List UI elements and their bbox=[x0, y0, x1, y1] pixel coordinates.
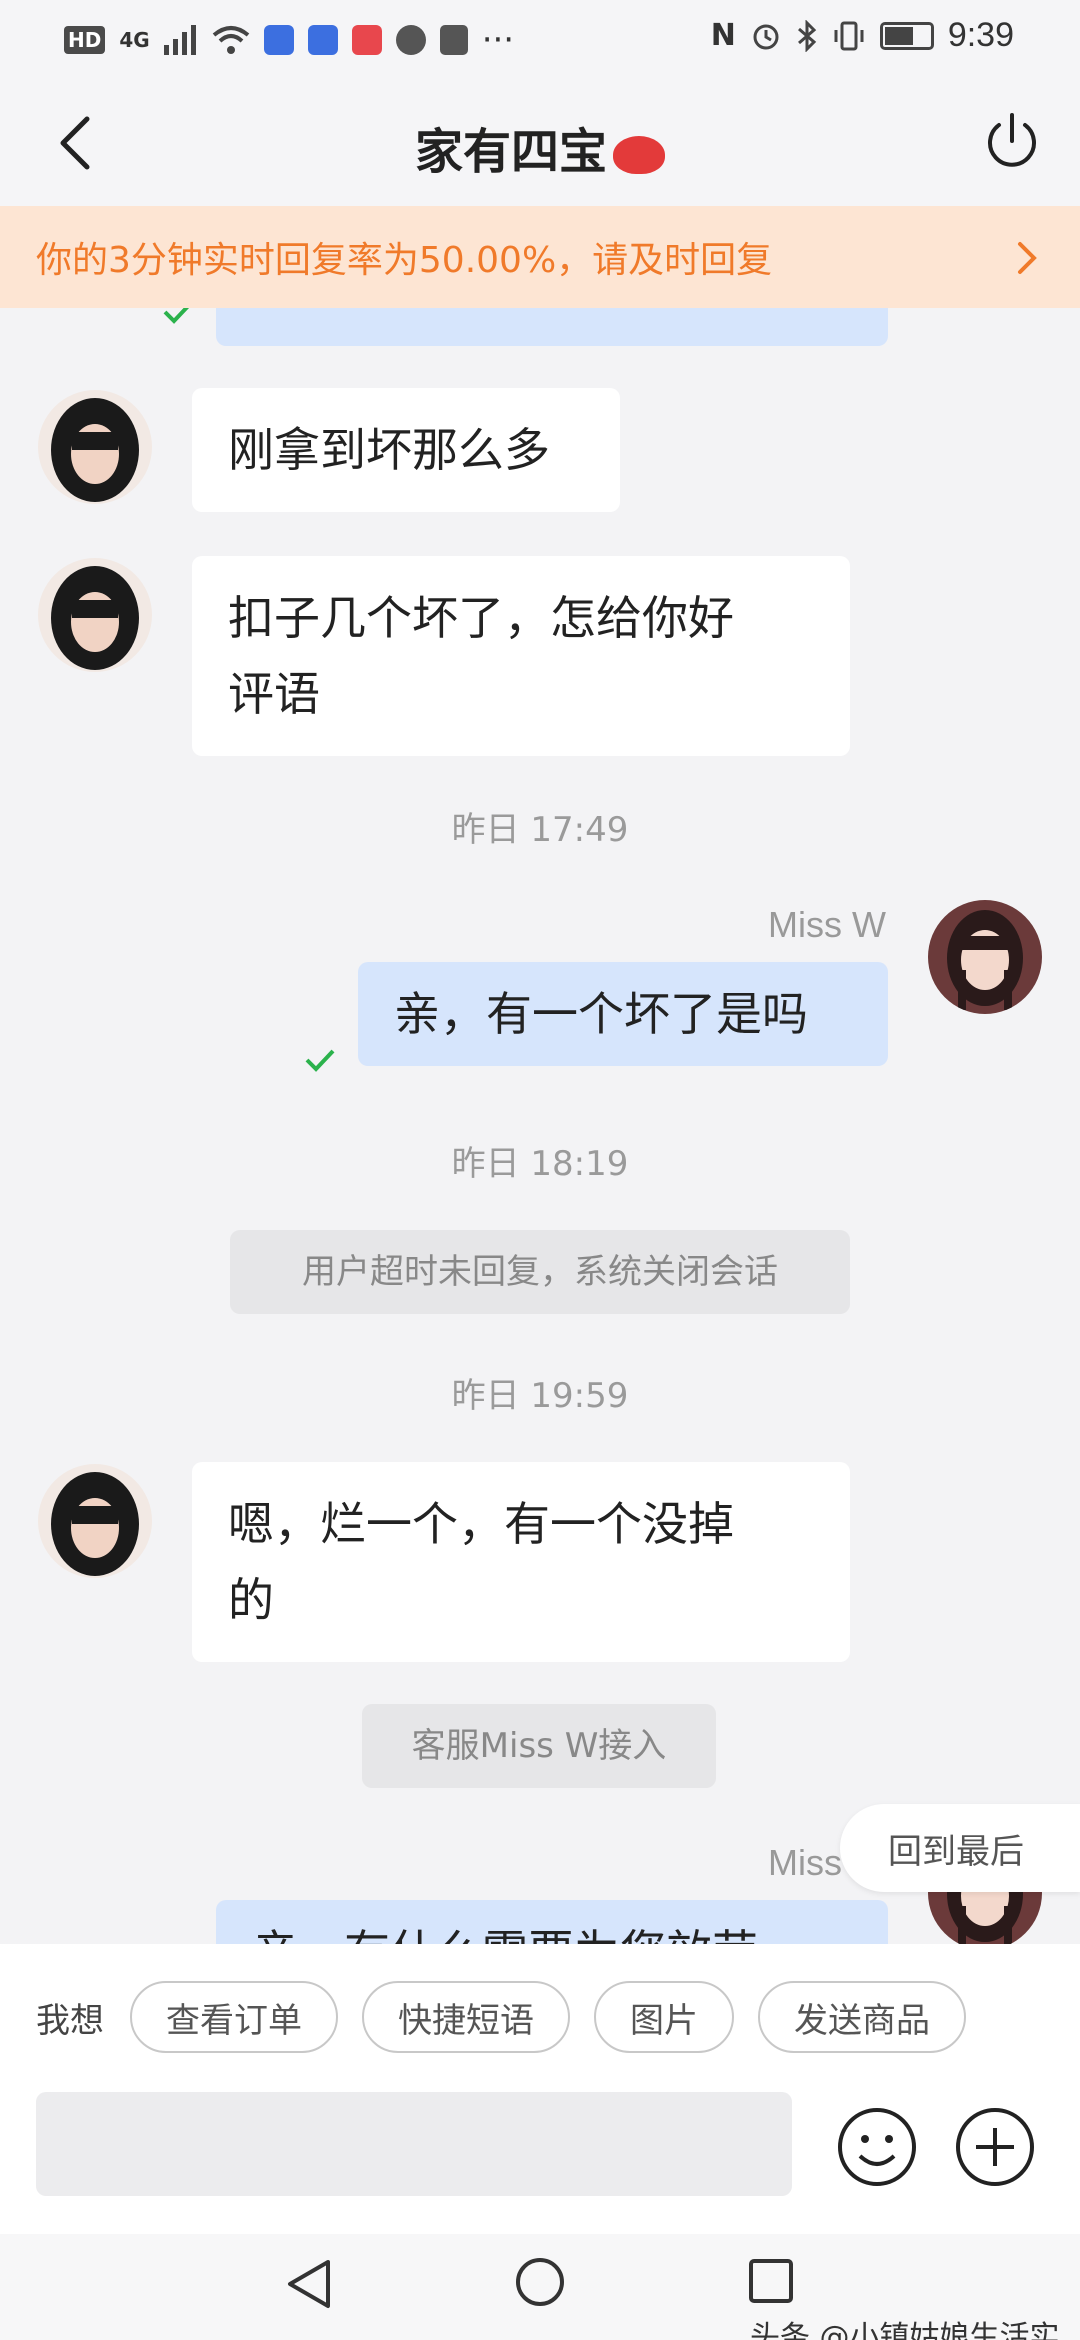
upload-notification-icon bbox=[439, 25, 468, 55]
quick-phrases-chip[interactable]: 快捷短语 bbox=[362, 1981, 570, 2053]
status-right: N 9:39 bbox=[711, 16, 1014, 55]
message-text-line-2: 的 bbox=[228, 1573, 274, 1627]
network-label: 4G bbox=[119, 28, 150, 52]
message-notification-icon bbox=[395, 25, 426, 55]
wifi-icon bbox=[212, 26, 249, 54]
chat-area[interactable]: 刚拿到坏那么多 扣子几个坏了，怎给你好 评语 昨日 17:49 Miss W 亲… bbox=[0, 308, 1080, 1944]
clock: 9:39 bbox=[947, 16, 1014, 54]
agent-avatar[interactable] bbox=[928, 900, 1042, 1014]
sender-name: Miss W bbox=[768, 904, 886, 945]
emoji-button[interactable] bbox=[836, 2106, 918, 2188]
more-notifications: ··· bbox=[481, 20, 515, 60]
image-chip[interactable]: 图片 bbox=[594, 1981, 734, 2053]
timestamp: 昨日 17:49 bbox=[451, 810, 629, 850]
composer: 我想 查看订单 快捷短语 图片 发送商品 bbox=[0, 1944, 1080, 2234]
plus-icon bbox=[956, 2108, 1034, 2186]
quick-actions-label: 我想 bbox=[36, 2000, 104, 2041]
status-bar: HD 4G ··· N 9:39 bbox=[0, 0, 1080, 78]
message-text: 亲，有什么需要为您效劳 bbox=[252, 1925, 758, 1944]
app-notification-icon-2 bbox=[307, 25, 338, 55]
message-text-line-1: 嗯，烂一个，有一个没掉 bbox=[228, 1497, 734, 1551]
timestamp: 昨日 18:19 bbox=[451, 1144, 629, 1184]
notice-text: 你的3分钟实时回复率为50.00%，请及时回复 bbox=[36, 240, 773, 281]
signal-icon bbox=[163, 25, 196, 55]
customer-avatar[interactable] bbox=[38, 1464, 152, 1578]
reply-rate-notice[interactable]: 你的3分钟实时回复率为50.00%，请及时回复 bbox=[0, 206, 1080, 308]
more-actions-button[interactable] bbox=[954, 2106, 1036, 2188]
smiley-icon bbox=[838, 2108, 916, 2186]
bluetooth-icon bbox=[797, 19, 817, 52]
vibrate-icon bbox=[834, 21, 864, 50]
hd-badge: HD bbox=[64, 26, 106, 54]
lips-emoji-icon bbox=[613, 136, 665, 174]
timestamp: 昨日 19:59 bbox=[451, 1376, 629, 1416]
chat-header: 家有四宝 bbox=[0, 78, 1080, 206]
view-order-chip[interactable]: 查看订单 bbox=[130, 1981, 338, 2053]
system-message: 客服Miss W接入 bbox=[362, 1704, 716, 1788]
outgoing-message: 亲，有什么需要为您效劳 bbox=[216, 1900, 888, 1944]
conversation-title: 家有四宝 bbox=[0, 112, 1080, 182]
app-notification-icon bbox=[263, 25, 294, 55]
message-text: 刚拿到坏那么多 bbox=[228, 423, 550, 477]
status-left: HD 4G ··· bbox=[64, 20, 514, 60]
alarm-icon bbox=[753, 24, 779, 49]
read-check-icon bbox=[305, 1049, 335, 1072]
quick-actions: 我想 查看订单 快捷短语 图片 发送商品 bbox=[0, 1980, 1080, 2054]
read-check-icon bbox=[163, 308, 190, 324]
message-text-line-2: 评语 bbox=[228, 667, 320, 721]
scroll-to-latest-button[interactable]: 回到最后 bbox=[840, 1804, 1080, 1892]
customer-avatar[interactable] bbox=[38, 558, 152, 672]
incoming-message: 扣子几个坏了，怎给你好 评语 bbox=[192, 556, 850, 756]
message-bubble-partial-top bbox=[216, 308, 888, 346]
customer-avatar[interactable] bbox=[38, 390, 152, 504]
message-input[interactable] bbox=[36, 2092, 792, 2196]
end-session-button[interactable] bbox=[974, 104, 1050, 180]
power-icon bbox=[988, 113, 1036, 167]
system-message-text: 客服Miss W接入 bbox=[411, 1726, 667, 1766]
watermark: 头条 @小镇姑娘生活实录 bbox=[750, 2320, 1060, 2340]
battery-icon bbox=[879, 21, 934, 50]
send-product-chip[interactable]: 发送商品 bbox=[758, 1981, 966, 2053]
nav-recent-apps-icon[interactable] bbox=[748, 2258, 794, 2304]
chevron-right-icon bbox=[1018, 242, 1037, 274]
book-app-icon bbox=[351, 25, 382, 55]
system-message: 用户超时未回复，系统关闭会话 bbox=[230, 1230, 850, 1314]
message-text: 亲，有一个坏了是吗 bbox=[394, 987, 808, 1041]
incoming-message: 刚拿到坏那么多 bbox=[192, 388, 620, 512]
scroll-to-latest-label: 回到最后 bbox=[888, 1831, 1024, 1872]
incoming-message: 嗯，烂一个，有一个没掉 的 bbox=[192, 1462, 850, 1662]
system-message-text: 用户超时未回复，系统关闭会话 bbox=[302, 1252, 778, 1292]
conversation-title-text: 家有四宝 bbox=[414, 124, 607, 180]
nfc-icon: N bbox=[710, 18, 736, 53]
nav-back-icon[interactable] bbox=[284, 2256, 334, 2312]
nav-home-icon[interactable] bbox=[514, 2256, 566, 2308]
outgoing-message: 亲，有一个坏了是吗 bbox=[358, 962, 888, 1066]
message-text-line-1: 扣子几个坏了，怎给你好 bbox=[228, 591, 734, 645]
